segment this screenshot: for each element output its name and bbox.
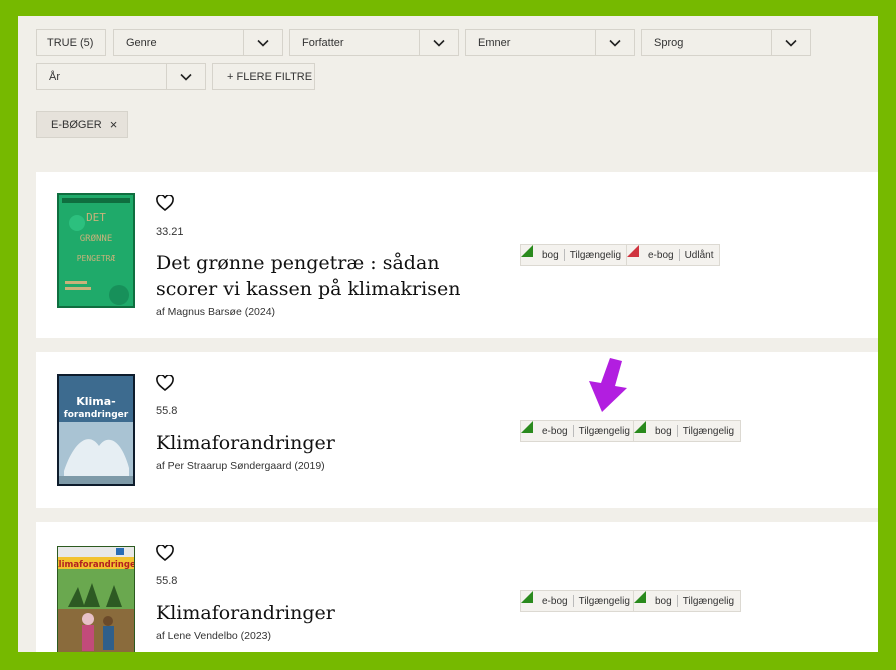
book-author[interactable]: af Per Straarup Søndergaard (2019) [156, 460, 325, 472]
availability-badge[interactable]: e-bog Tilgængelig [520, 420, 637, 442]
filter-year-label: År [49, 70, 60, 83]
availability-status: Tilgængelig [578, 425, 630, 437]
book-author[interactable]: af Lene Vendelbo (2023) [156, 630, 271, 642]
chevron-down-icon [243, 30, 282, 55]
heart-icon[interactable] [156, 545, 174, 561]
book-cover-image[interactable]: Klima- forandringer [57, 374, 135, 486]
chevron-down-icon [166, 64, 205, 89]
cover-text: GRØNNE [80, 233, 113, 244]
chevron-down-icon [419, 30, 458, 55]
cover-art: Klima- forandringer [59, 376, 133, 484]
relevance-score: 55.8 [156, 575, 178, 587]
filter-language-label: Sprog [654, 36, 684, 49]
relevance-score: 33.21 [156, 226, 184, 238]
availability-badge[interactable]: e-bog Udlånt [626, 244, 721, 266]
filter-true-label: TRUE (5) [47, 36, 94, 49]
filter-author-dropdown[interactable]: Forfatter [289, 29, 459, 56]
availability-status: Tilgængelig [578, 595, 630, 607]
active-filter-ebooks[interactable]: E-BØGER × [36, 111, 129, 138]
book-author[interactable]: af Magnus Barsøe (2024) [156, 306, 275, 318]
annotation-arrow-icon [589, 358, 627, 412]
filter-language-dropdown[interactable]: Sprog [641, 29, 811, 56]
search-results-page: TRUE (5) Genre Forfatter Emner Sprog År … [18, 16, 878, 652]
book-title[interactable]: Klimaforandringer [156, 430, 506, 456]
availability-badge[interactable]: bog Tilgængelig [633, 420, 742, 442]
availability-indicator [521, 245, 533, 257]
filter-subject-label: Emner [478, 36, 511, 49]
filter-genre-dropdown[interactable]: Genre [113, 29, 283, 56]
book-title[interactable]: Det grønne pengetræ : sådan scorer vi ka… [156, 250, 506, 302]
availability-status: Tilgængelig [682, 595, 735, 607]
cover-art: Klimaforandringer [52, 547, 141, 652]
availability-indicator [521, 421, 533, 433]
availability-status: Tilgængelig [682, 425, 735, 437]
book-cover-image[interactable]: Klimaforandringer [52, 546, 141, 652]
availability-status: Tilgængelig [569, 249, 622, 261]
filter-author-label: Forfatter [302, 36, 344, 49]
availability-badge[interactable]: e-bog Tilgængelig [520, 590, 637, 612]
filter-genre-label: Genre [126, 36, 157, 49]
filter-year-dropdown[interactable]: År [36, 63, 206, 90]
active-filter-label: E-BØGER [51, 118, 102, 131]
chevron-down-icon [595, 30, 634, 55]
result-card[interactable]: Klimaforandringer 55.8 Klimaforandringer… [36, 522, 878, 652]
availability-indicator [521, 591, 533, 603]
availability-indicator [634, 421, 646, 433]
filter-subject-dropdown[interactable]: Emner [465, 29, 635, 56]
filter-true-chip[interactable]: TRUE (5) [36, 29, 106, 56]
heart-icon[interactable] [156, 195, 174, 211]
cover-text: Klima- [76, 395, 116, 408]
cover-text: DET [86, 211, 106, 224]
availability-indicator [634, 591, 646, 603]
cover-art: DET GRØNNE PENGETRÆ [62, 198, 130, 305]
cover-text: Klimaforandringer [58, 560, 134, 570]
availability-badge[interactable]: bog Tilgængelig [520, 244, 629, 266]
cover-text: PENGETRÆ [77, 254, 116, 263]
chevron-down-icon [771, 30, 810, 55]
heart-icon[interactable] [156, 375, 174, 391]
availability-indicator [627, 245, 639, 257]
more-filters-label: + FLERE FILTRE [227, 70, 313, 83]
availability-status: Udlånt [684, 249, 714, 261]
close-icon[interactable]: × [110, 117, 118, 132]
book-title[interactable]: Klimaforandringer [156, 600, 506, 626]
relevance-score: 55.8 [156, 405, 178, 417]
book-cover-image[interactable]: DET GRØNNE PENGETRÆ [57, 193, 135, 308]
availability-badge[interactable]: bog Tilgængelig [633, 590, 742, 612]
more-filters-button[interactable]: + FLERE FILTRE [212, 63, 315, 90]
cover-text: forandringer [64, 410, 129, 420]
result-card[interactable]: Klima- forandringer 55.8 Klimaforandring… [36, 352, 878, 508]
result-card[interactable]: DET GRØNNE PENGETRÆ 33.21 Det grønne pen… [36, 172, 878, 338]
